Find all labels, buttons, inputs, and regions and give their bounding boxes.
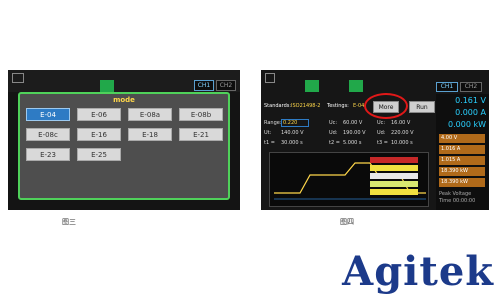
mode-option-e16[interactable]: E-16 [77,128,121,141]
mode-option-e25[interactable]: E-25 [77,148,121,161]
mode-option-e21[interactable]: E-21 [179,128,223,141]
param-label: t2 = [329,140,340,146]
status-badge: 1.015 A [439,156,485,165]
status-badge: 1.016 A [439,145,485,154]
power-icon[interactable] [100,80,114,92]
status-badge: 4.00 V [439,134,485,143]
range-label: Range: [264,120,282,126]
tab-ch1[interactable]: CH1 [194,80,214,91]
power-icon-2[interactable] [349,80,363,92]
param-label: Uc: [329,120,338,126]
caption-figure-3: 图三 [62,218,76,226]
mode-option-e18[interactable]: E-18 [128,128,172,141]
param-value: 30.000 s [281,140,303,146]
standards-value: ISO21498-2 [291,103,321,109]
caption-figure-4: 图四 [340,218,354,226]
waveform-preview [269,152,429,207]
mode-option-e08c[interactable]: E-08c [26,128,70,141]
param-value: 140.00 V [281,130,304,136]
voltage-readout: 0.161 V [455,96,486,105]
status-badge: 18.390 kW [439,167,485,176]
mode-option-e06[interactable]: E-06 [77,108,121,121]
param-value: 220.00 V [391,130,414,136]
current-readout: 0.000 A [455,108,486,117]
tab-ch1[interactable]: CH1 [436,82,458,92]
param-value: 10.000 s [391,140,413,146]
mode-option-e08b[interactable]: E-08b [179,108,223,121]
tab-ch2[interactable]: CH2 [216,80,236,91]
param-label: Ut: [264,130,272,136]
footer-time: Time 00:00:00 [439,198,476,204]
range-input[interactable]: 0.220 [281,119,309,127]
testings-value: E-04 [353,103,365,109]
mode-option-e23[interactable]: E-23 [26,148,70,161]
param-label: t1 = [264,140,275,146]
dialog-title: mode [113,96,135,104]
menu-icon[interactable] [265,73,275,83]
screenshot-mode-dialog: CH1 CH2 mode E-04 E-06 E-08a E-08b E-08c… [8,70,240,210]
param-value: 5.000 s [343,140,362,146]
waveform-graph [274,157,426,200]
highlight-circle [364,93,408,119]
run-button[interactable]: Run [409,101,435,113]
tab-ch2[interactable]: CH2 [460,82,482,92]
param-label: Uc: [377,120,386,126]
testings-label: Testings: [327,103,349,109]
param-value: 190.00 V [343,130,366,136]
mode-option-e08a[interactable]: E-08a [128,108,172,121]
screenshot-standards-screen: Standards: ISO21498-2 Testings: E-04 Mor… [261,70,489,210]
footer-label: Peak Voltage [439,191,472,197]
mode-option-e04[interactable]: E-04 [26,108,70,121]
menu-icon[interactable] [12,73,24,83]
readout-panel: CH1 CH2 0.161 V 0.000 A 0.000 kW 4.00 V … [436,82,489,210]
power-icon[interactable] [305,80,319,92]
param-label: Ud: [377,130,386,136]
mode-dialog: mode E-04 E-06 E-08a E-08b E-08c E-16 E-… [18,92,230,200]
param-label: t3 = [377,140,388,146]
param-label: Ud: [329,130,338,136]
brand-logo: Agitek [342,248,494,295]
param-value: 60.00 V [343,120,363,126]
status-badge: 18.390 kW [439,178,485,187]
param-value: 16.00 V [391,120,411,126]
standards-label: Standards: [264,103,292,109]
power-readout: 0.000 kW [448,120,486,129]
